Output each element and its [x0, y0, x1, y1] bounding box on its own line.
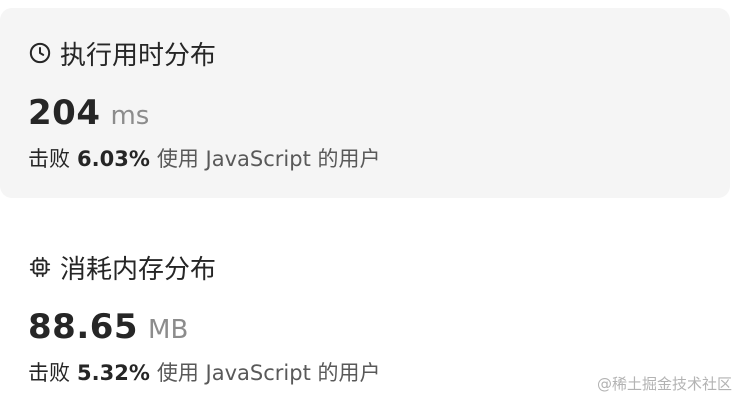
runtime-beats-text: 击败 6.03% 使用 JavaScript 的用户	[28, 143, 730, 173]
memory-card-title: 消耗内存分布	[60, 254, 217, 285]
memory-value: 88.65	[28, 307, 139, 347]
runtime-beats-prefix: 击败	[28, 147, 70, 171]
submission-result-panel: 执行用时分布 204 ms 击败 6.03% 使用 JavaScript 的用户	[0, 0, 740, 404]
runtime-beats-percent: 6.03%	[77, 147, 150, 171]
memory-beats-percent: 5.32%	[77, 361, 150, 385]
memory-beats-prefix: 击败	[28, 361, 70, 385]
runtime-beats-suffix: 使用 JavaScript 的用户	[156, 147, 381, 171]
runtime-card-header: 执行用时分布	[28, 33, 730, 73]
runtime-distribution-card[interactable]: 执行用时分布 204 ms 击败 6.03% 使用 JavaScript 的用户	[0, 8, 730, 198]
runtime-value: 204	[28, 93, 101, 133]
runtime-card-title: 执行用时分布	[60, 40, 217, 71]
memory-beats-suffix: 使用 JavaScript 的用户	[156, 361, 381, 385]
memory-unit: MB	[148, 315, 189, 345]
chip-icon	[28, 255, 52, 279]
runtime-metric: 204 ms	[28, 93, 730, 133]
runtime-unit: ms	[110, 101, 150, 131]
watermark-text: @稀土掘金技术社区	[596, 375, 732, 393]
memory-metric: 88.65 MB	[28, 307, 730, 347]
memory-card-header: 消耗内存分布	[28, 247, 730, 287]
clock-icon	[28, 41, 52, 65]
